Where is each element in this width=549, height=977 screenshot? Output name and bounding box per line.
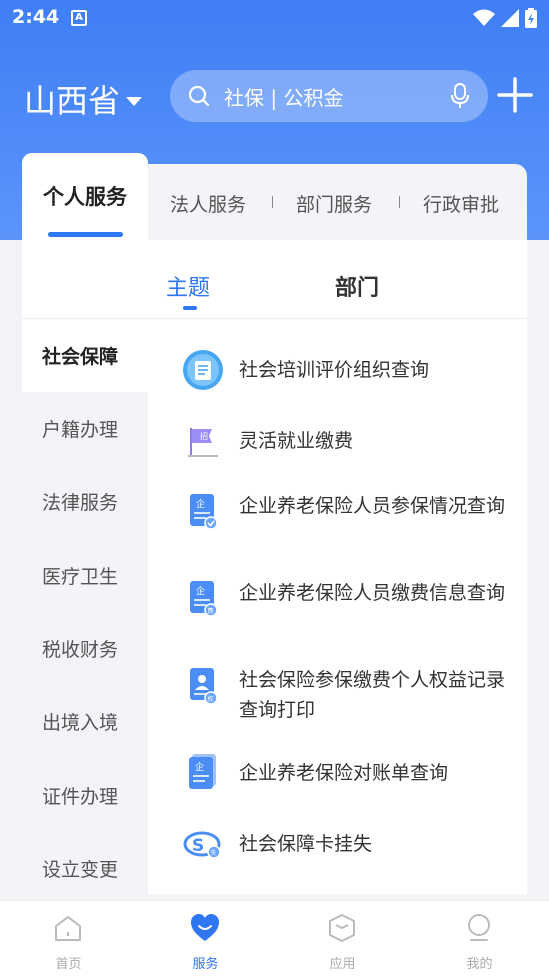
- nav-apps[interactable]: 应用: [274, 901, 411, 977]
- caret-down-icon: [126, 96, 143, 106]
- battery-icon: [525, 8, 537, 28]
- service-item[interactable]: 权 社会保险参保缴费个人权益记录查询打印: [182, 665, 512, 725]
- enterprise-statement-icon: 企: [189, 754, 216, 789]
- service-label: 企业养老保险人员参保情况查询: [239, 495, 506, 517]
- enterprise-doc-check-icon: 企: [190, 494, 218, 530]
- icon-badge: 权: [208, 695, 214, 703]
- nav-service[interactable]: 服务: [137, 901, 274, 977]
- tab-department-service[interactable]: 部门服务: [296, 190, 372, 217]
- service-label: 社会保障卡挂失: [239, 833, 373, 855]
- nav-label: 我的: [466, 957, 493, 972]
- icon-badge: 招: [200, 431, 208, 441]
- cube-icon: [329, 914, 355, 942]
- nav-label: 服务: [192, 957, 219, 972]
- card-s-glyph: S: [192, 836, 204, 856]
- subtab-theme[interactable]: 主题: [166, 270, 210, 302]
- tab-admin-approval[interactable]: 行政审批: [423, 190, 499, 217]
- home-icon: [55, 916, 81, 941]
- tab-label: 个人服务: [43, 185, 127, 209]
- nav-label: 首页: [55, 957, 82, 972]
- icon-badge: 费: [208, 607, 214, 615]
- search-bar[interactable]: 社保 | 公积金: [170, 70, 488, 122]
- category-establish-change[interactable]: 设立变更: [22, 832, 148, 905]
- tab-indicator: [48, 232, 123, 237]
- category-household[interactable]: 户籍办理: [22, 392, 148, 465]
- person-doc-icon: 权: [190, 668, 218, 705]
- icon-badge: 企: [196, 585, 205, 597]
- service-label: 社会培训评价组织查询: [239, 359, 430, 381]
- service-label: 企业养老保险人员缴费信息查询: [239, 582, 506, 604]
- search-placeholder: 社保 | 公积金: [224, 85, 344, 110]
- icon-badge: 企: [195, 761, 204, 773]
- category-legal[interactable]: 法律服务: [22, 465, 148, 538]
- icon-badge: 失: [211, 849, 217, 857]
- checklist-circle-icon: [183, 350, 223, 390]
- category-certificates[interactable]: 证件办理: [22, 759, 148, 832]
- tab-divider: [272, 196, 273, 208]
- service-label: 企业养老保险对账单查询: [239, 762, 449, 784]
- heart-icon: [191, 914, 219, 941]
- icon-badge: 企: [196, 498, 205, 510]
- service-item[interactable]: 招 灵活就业缴费: [182, 420, 512, 462]
- province-label: 山西省: [24, 82, 121, 120]
- search-icon: [188, 85, 210, 107]
- category-social-security[interactable]: 社会保障: [22, 319, 148, 392]
- nav-mine[interactable]: 我的: [411, 901, 548, 977]
- category-tax[interactable]: 税收财务: [22, 612, 148, 685]
- category-medical[interactable]: 医疗卫生: [22, 539, 148, 612]
- status-bar: 2:44 A: [0, 0, 549, 38]
- add-icon[interactable]: [496, 76, 534, 114]
- status-icons: [473, 8, 537, 28]
- service-item[interactable]: 企 企业养老保险对账单查询: [182, 752, 512, 794]
- status-time: 2:44: [12, 6, 60, 28]
- enterprise-doc-fee-icon: 企 费: [190, 581, 218, 617]
- tab-personal-service[interactable]: 个人服务: [22, 153, 148, 240]
- signal-icon: [501, 9, 519, 27]
- service-label: 灵活就业缴费: [239, 430, 354, 452]
- subtab-indicator: [183, 306, 197, 310]
- category-exit-entry[interactable]: 出境入境: [22, 685, 148, 758]
- category-list: 社会保障 户籍办理 法律服务 医疗卫生 税收财务 出境入境 证件办理 设立变更: [22, 319, 148, 894]
- nav-home[interactable]: 首页: [0, 901, 137, 977]
- service-item[interactable]: S 失 社会保障卡挂失: [182, 823, 512, 865]
- recruit-flag-icon: 招: [188, 428, 218, 457]
- microphone-icon[interactable]: [450, 83, 470, 109]
- service-item[interactable]: 企 企业养老保险人员参保情况查询: [182, 491, 512, 533]
- social-security-card-icon: S 失: [183, 831, 221, 859]
- tab-legal-service[interactable]: 法人服务: [170, 190, 246, 217]
- service-item[interactable]: 社会培训评价组织查询: [182, 349, 512, 391]
- wifi-icon: [473, 9, 495, 26]
- profile-icon: [468, 914, 490, 941]
- province-selector[interactable]: 山西省: [24, 76, 143, 122]
- notification-icon: A: [71, 10, 87, 26]
- bottom-navigation: 首页 服务 应用 我的: [0, 900, 549, 977]
- service-item[interactable]: 企 费 企业养老保险人员缴费信息查询: [182, 578, 512, 620]
- service-label: 社会保险参保缴费个人权益记录查询打印: [239, 669, 506, 721]
- subtab-department[interactable]: 部门: [335, 270, 379, 302]
- nav-label: 应用: [329, 957, 356, 972]
- tab-divider: [399, 196, 400, 208]
